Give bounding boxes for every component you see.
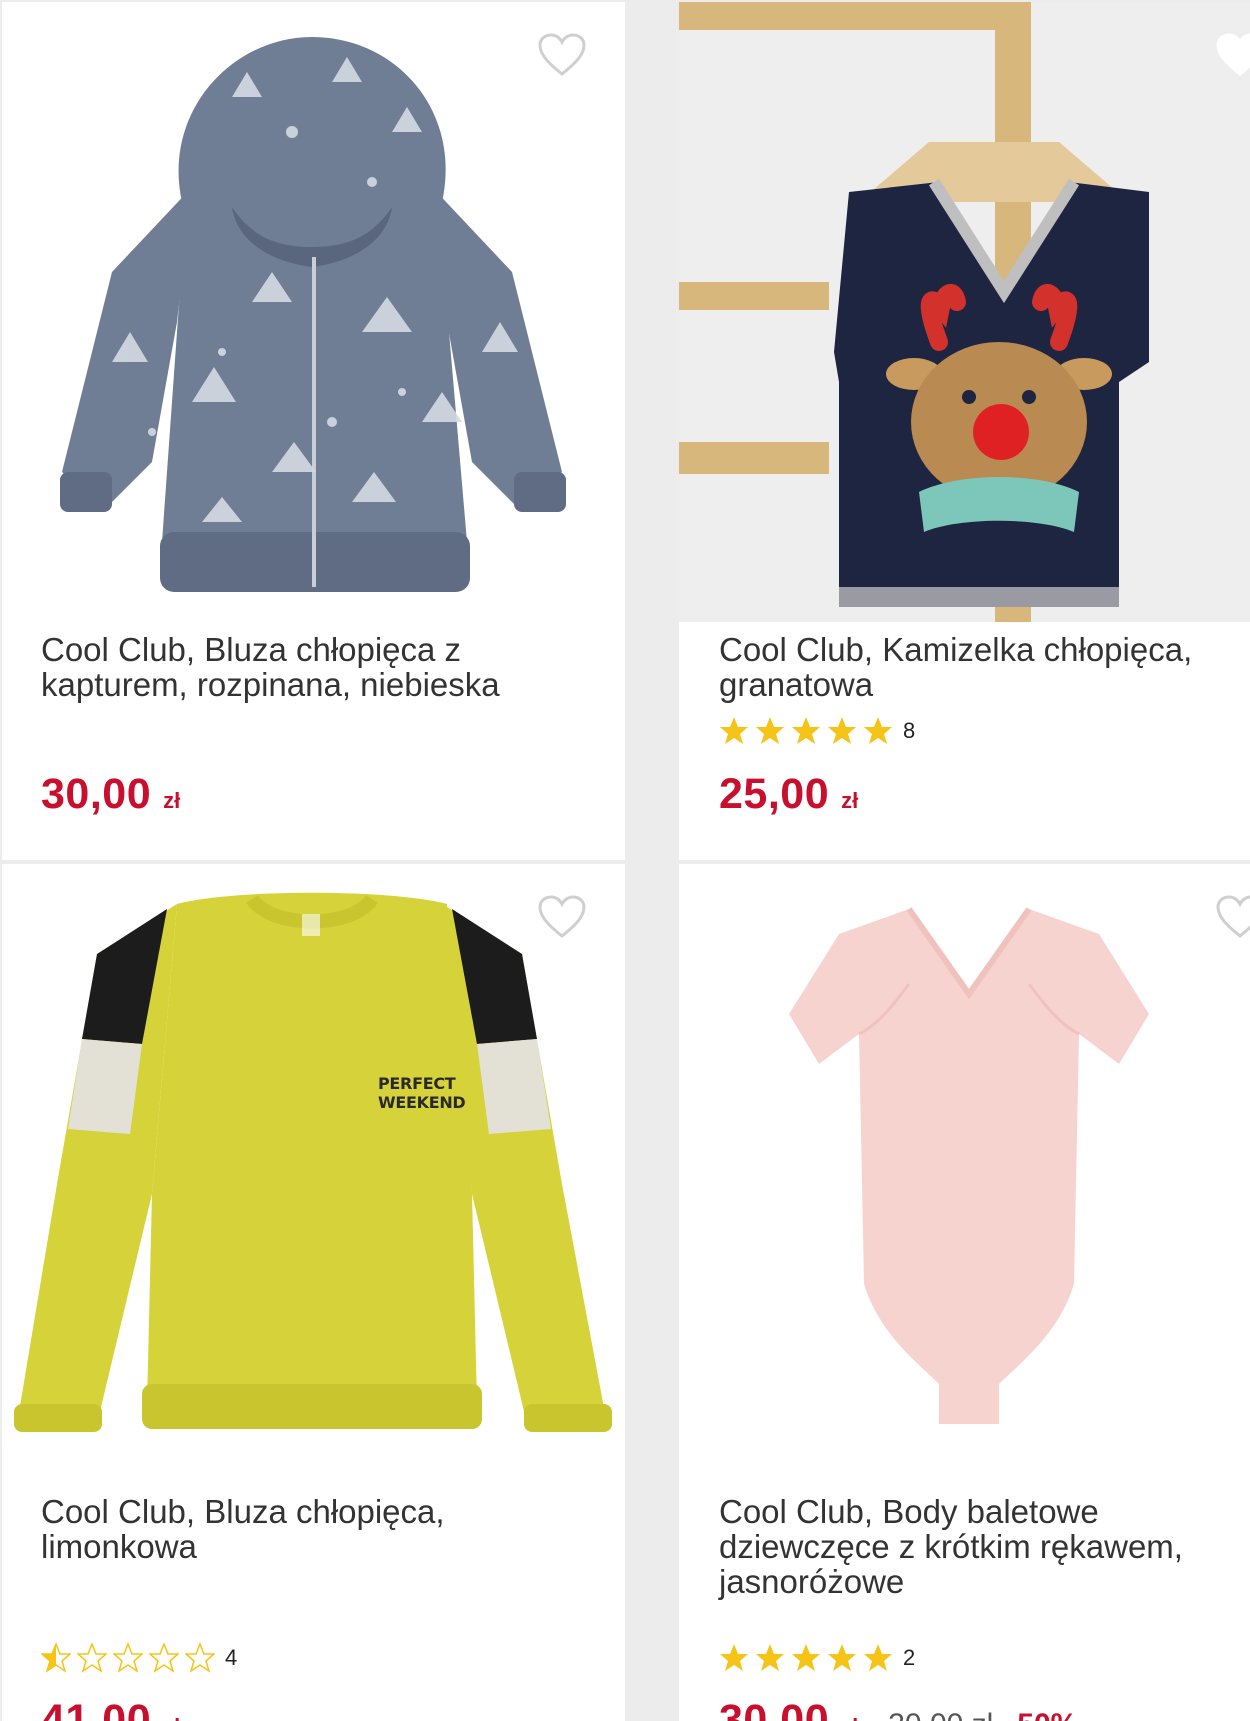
star-full-icon [719, 1643, 749, 1673]
price-value: 41,00 [41, 1696, 152, 1721]
discount-badge: -50% [1007, 1708, 1077, 1721]
favorite-heart-icon[interactable] [537, 894, 587, 940]
product-card[interactable]: Cool Club, Kamizelka chłopięca, granatow… [679, 2, 1250, 860]
favorite-heart-icon[interactable] [1215, 32, 1250, 78]
price-currency: zł [163, 1714, 180, 1721]
sweatshirt-print-text: PERFECT WEEKEND [378, 1074, 466, 1112]
star-empty-icon [77, 1643, 107, 1673]
favorite-heart-icon[interactable] [537, 32, 587, 78]
star-full-icon [719, 716, 749, 746]
product-image-hoodie[interactable] [2, 2, 625, 622]
product-image-vest[interactable] [679, 2, 1250, 622]
price-value: 25,00 [719, 770, 830, 818]
product-rating: 8 [719, 716, 915, 746]
product-card[interactable]: Cool Club, Bluza chłopięca z kapturem, r… [2, 2, 625, 860]
star-empty-icon [149, 1643, 179, 1673]
rating-count: 2 [903, 1645, 916, 1670]
star-full-icon [791, 1643, 821, 1673]
product-image-sweatshirt[interactable]: PERFECT WEEKEND [2, 864, 625, 1484]
product-rating: 2 [719, 1643, 915, 1673]
rating-count: 4 [225, 1645, 238, 1670]
product-image-bodysuit[interactable] [679, 864, 1250, 1484]
favorite-heart-icon[interactable] [1215, 894, 1250, 940]
star-full-icon [755, 1643, 785, 1673]
price-currency: zł [841, 788, 859, 813]
old-price: 30,00 zł [888, 1708, 993, 1721]
product-price: 30,00 zł [41, 770, 180, 819]
product-rating: 4 [41, 1643, 237, 1673]
product-card[interactable]: Cool Club, Body baletowe dziewczęce z kr… [679, 864, 1250, 1721]
star-half-icon [41, 1643, 71, 1673]
product-title[interactable]: Cool Club, Kamizelka chłopięca, granatow… [719, 632, 1239, 702]
product-title[interactable]: Cool Club, Bluza chłopięca z kapturem, r… [41, 632, 561, 702]
star-empty-icon [113, 1643, 143, 1673]
star-full-icon [755, 716, 785, 746]
star-empty-icon [185, 1643, 215, 1673]
price-value: 30,00 [41, 770, 152, 818]
star-full-icon [863, 1643, 893, 1673]
star-full-icon [863, 716, 893, 746]
product-price: 41,00 zł [41, 1696, 180, 1721]
star-full-icon [791, 716, 821, 746]
star-full-icon [827, 716, 857, 746]
product-price: 25,00 zł [719, 770, 858, 819]
price-currency: zł [841, 1714, 858, 1721]
product-card[interactable]: PERFECT WEEKEND Cool Club, Bluza chłopię… [2, 864, 625, 1721]
price-currency: zł [163, 788, 181, 813]
rating-count: 8 [903, 718, 916, 743]
product-price: 30,00 zł 30,00 zł -50% [719, 1696, 1077, 1721]
star-full-icon [827, 1643, 857, 1673]
product-title[interactable]: Cool Club, Body baletowe dziewczęce z kr… [719, 1494, 1239, 1599]
price-value: 30,00 [719, 1696, 830, 1721]
product-title[interactable]: Cool Club, Bluza chłopięca, limonkowa [41, 1494, 561, 1564]
